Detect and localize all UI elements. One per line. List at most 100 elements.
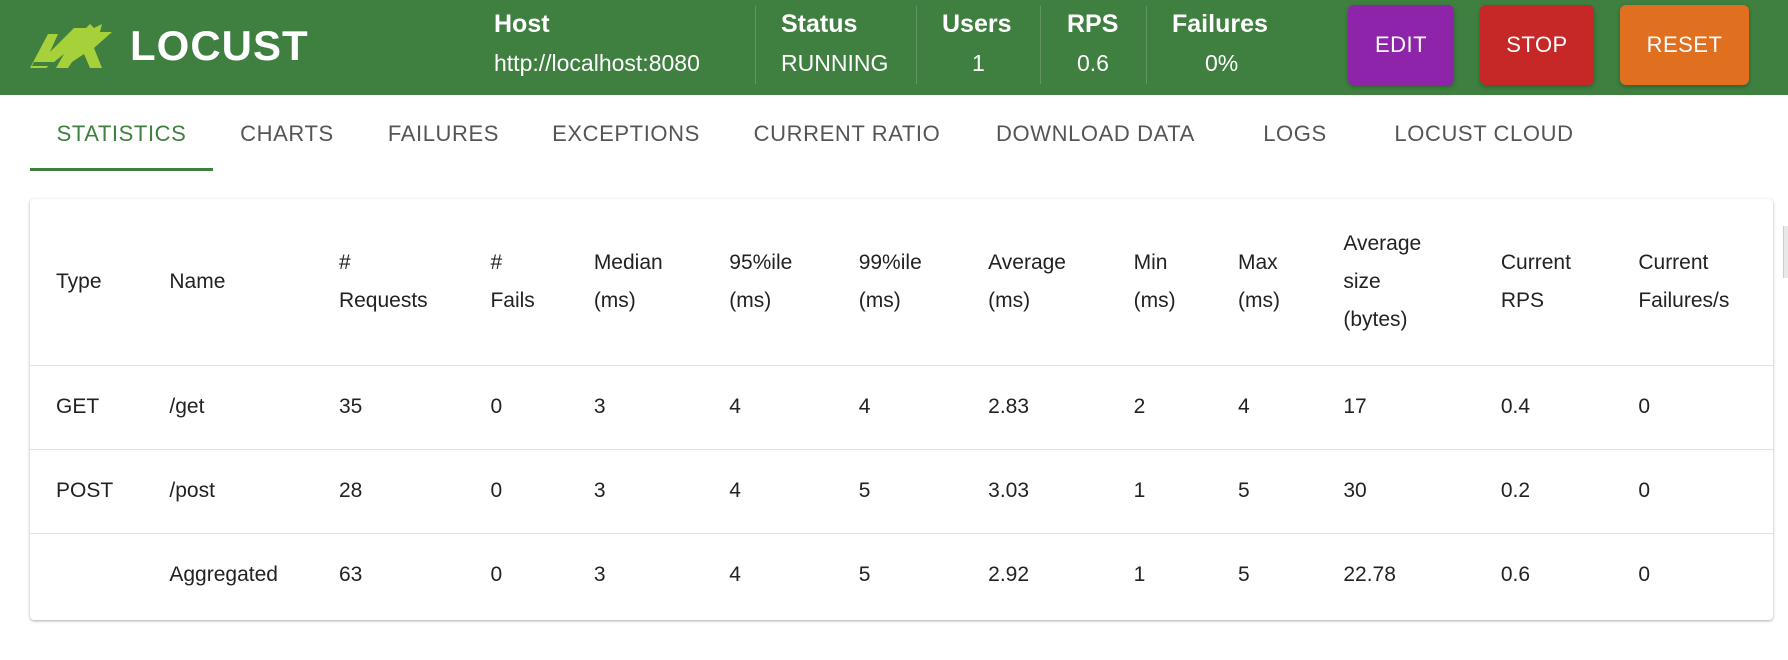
cell-current-failures: 0: [1638, 563, 1651, 587]
column-header-text: Failures/s: [1638, 288, 1730, 312]
cell-name: /post: [143, 449, 313, 534]
cell-p95: 4: [703, 365, 833, 450]
stat-divider: [1146, 6, 1147, 84]
table-row: GET/get 35 0 3 4 4 2.83 2 4 17 0.4 0: [30, 365, 1773, 450]
locust-logo-icon: [30, 24, 112, 68]
top-bar: LOCUST Host http://localhost:8080 Status…: [0, 0, 1788, 95]
stat-users-label: Users: [942, 10, 1012, 38]
column-header-text: Fails: [490, 288, 535, 312]
cell-average: 2.92: [988, 563, 1030, 587]
cell-p99: 4: [832, 365, 963, 450]
column-header-text: Name: [169, 269, 226, 293]
cell-fails: 0: [464, 365, 568, 450]
column-header-text: (ms): [729, 288, 772, 312]
column-header-text: 99%ile: [858, 250, 922, 274]
column-header-text: (ms): [858, 288, 901, 312]
cell-max: 5: [1237, 563, 1250, 587]
column-header-average[interactable]: Average (ms): [962, 199, 1108, 366]
column-header-p95[interactable]: 95%ile (ms): [703, 199, 833, 366]
table-row: Aggregated 63 0 3 4 5 2.92 1 5 22.78 0.6 0: [30, 533, 1773, 617]
tab-locust-cloud[interactable]: LOCUST CLOUD: [1376, 95, 1592, 173]
table-header-row: Type Name # Requests # Fails Median (ms) 95%ile (…: [30, 199, 1773, 366]
column-header-type[interactable]: Type: [30, 199, 144, 366]
cell-median: 3: [567, 365, 704, 450]
column-header-text: Median: [593, 250, 663, 274]
cell-p95: 4: [729, 563, 741, 587]
column-header-current-rps[interactable]: Current RPS: [1474, 199, 1613, 366]
tab-statistics[interactable]: STATISTICS: [30, 95, 213, 173]
cell-current-rps: 0.2: [1474, 449, 1613, 534]
column-header-name[interactable]: Name: [143, 199, 313, 366]
column-header-fails[interactable]: # Fails: [464, 199, 568, 366]
cell-avg-size: 17: [1317, 365, 1475, 450]
cell-requests: 63: [338, 563, 363, 587]
cell-p95: 4: [703, 449, 833, 534]
tab-charts[interactable]: CHARTS: [222, 95, 352, 173]
cell-current-failures: 0: [1612, 449, 1773, 534]
statistics-card: Type Name # Requests # Fails Median (ms) 95%ile (…: [30, 199, 1773, 620]
active-tab-indicator: [30, 168, 213, 171]
stat-failures-value: 0%: [1205, 50, 1239, 76]
cell-requests: 28: [312, 449, 465, 534]
column-header-text: #: [338, 250, 351, 274]
stop-button[interactable]: STOP: [1480, 5, 1594, 85]
cell-type: GET: [30, 365, 144, 450]
cell-p99: 5: [832, 449, 963, 534]
column-header-p99[interactable]: 99%ile (ms): [832, 199, 963, 366]
column-header-avg-size[interactable]: Average size (bytes): [1317, 199, 1475, 366]
tab-download-data[interactable]: DOWNLOAD DATA: [977, 95, 1214, 173]
column-header-median[interactable]: Median (ms): [567, 199, 704, 366]
stat-divider: [916, 6, 917, 84]
cell-max: 5: [1211, 449, 1318, 534]
edit-button[interactable]: EDIT: [1348, 5, 1454, 85]
table-row: POST/post 28 0 3 4 5 3.03 1 5 30 0.2 0: [30, 449, 1773, 534]
column-header-min[interactable]: Min (ms): [1107, 199, 1212, 366]
column-header-requests[interactable]: # Requests: [312, 199, 465, 366]
cell-name: Aggregated: [169, 563, 278, 587]
cell-type: POST: [30, 449, 144, 534]
cell-current-rps: 0.6: [1500, 563, 1531, 587]
column-header-text: (ms): [593, 288, 636, 312]
statistics-table: Type Name # Requests # Fails Median (ms) 95%ile (…: [30, 199, 1773, 617]
stat-divider: [1040, 6, 1041, 84]
cell-max: 4: [1211, 365, 1318, 450]
cell-min: 2: [1107, 365, 1212, 450]
cell-type: [30, 533, 143, 617]
stat-status-value: RUNNING: [781, 50, 889, 76]
stat-rps: RPS 0.6: [1067, 0, 1137, 95]
cell-requests: 35: [312, 365, 465, 450]
cell-name: /get: [143, 365, 313, 450]
reset-button[interactable]: RESET: [1620, 5, 1749, 85]
column-header-text: 95%ile: [729, 250, 793, 274]
stat-rps-value: 0.6: [1077, 50, 1109, 76]
cell-avg-size: 22.78: [1343, 563, 1396, 587]
stat-divider: [755, 6, 756, 84]
column-header-text: Current: [1638, 250, 1709, 274]
cell-median: 3: [593, 563, 606, 587]
column-header-text: Average: [988, 250, 1066, 274]
cell-p99: 5: [858, 563, 871, 587]
locust-logo[interactable]: LOCUST: [28, 20, 309, 72]
column-header-text: (ms): [1133, 288, 1176, 312]
stat-status-label: Status: [781, 10, 858, 38]
stat-rps-label: RPS: [1067, 10, 1119, 38]
stat-host-value: http://localhost:8080: [494, 50, 700, 76]
cell-average: 3.03: [962, 449, 1108, 534]
cell-avg-size: 30: [1317, 449, 1475, 534]
scrollbar-edge[interactable]: [1783, 226, 1788, 278]
column-header-max[interactable]: Max (ms): [1211, 199, 1318, 366]
column-header-current-failures[interactable]: Current Failures/s: [1612, 199, 1773, 366]
logo-text: LOCUST: [130, 22, 309, 69]
cell-min: 1: [1107, 449, 1212, 534]
table-body: GET/get 35 0 3 4 4 2.83 2 4 17 0.4 0 POST/post 28 0 3 4 5…: [30, 365, 1773, 617]
tab-failures[interactable]: FAILURES: [371, 95, 516, 173]
cell-fails: 0: [490, 563, 503, 587]
cell-average: 2.83: [962, 365, 1108, 450]
column-header-text: (bytes): [1343, 307, 1408, 331]
tab-exceptions[interactable]: EXCEPTIONS: [535, 95, 717, 173]
column-header-text: Type: [56, 269, 102, 293]
column-header-text: (ms): [988, 288, 1031, 312]
tab-logs[interactable]: LOGS: [1233, 95, 1357, 173]
tab-current-ratio[interactable]: CURRENT RATIO: [736, 95, 958, 173]
cell-min: 1: [1133, 563, 1146, 587]
